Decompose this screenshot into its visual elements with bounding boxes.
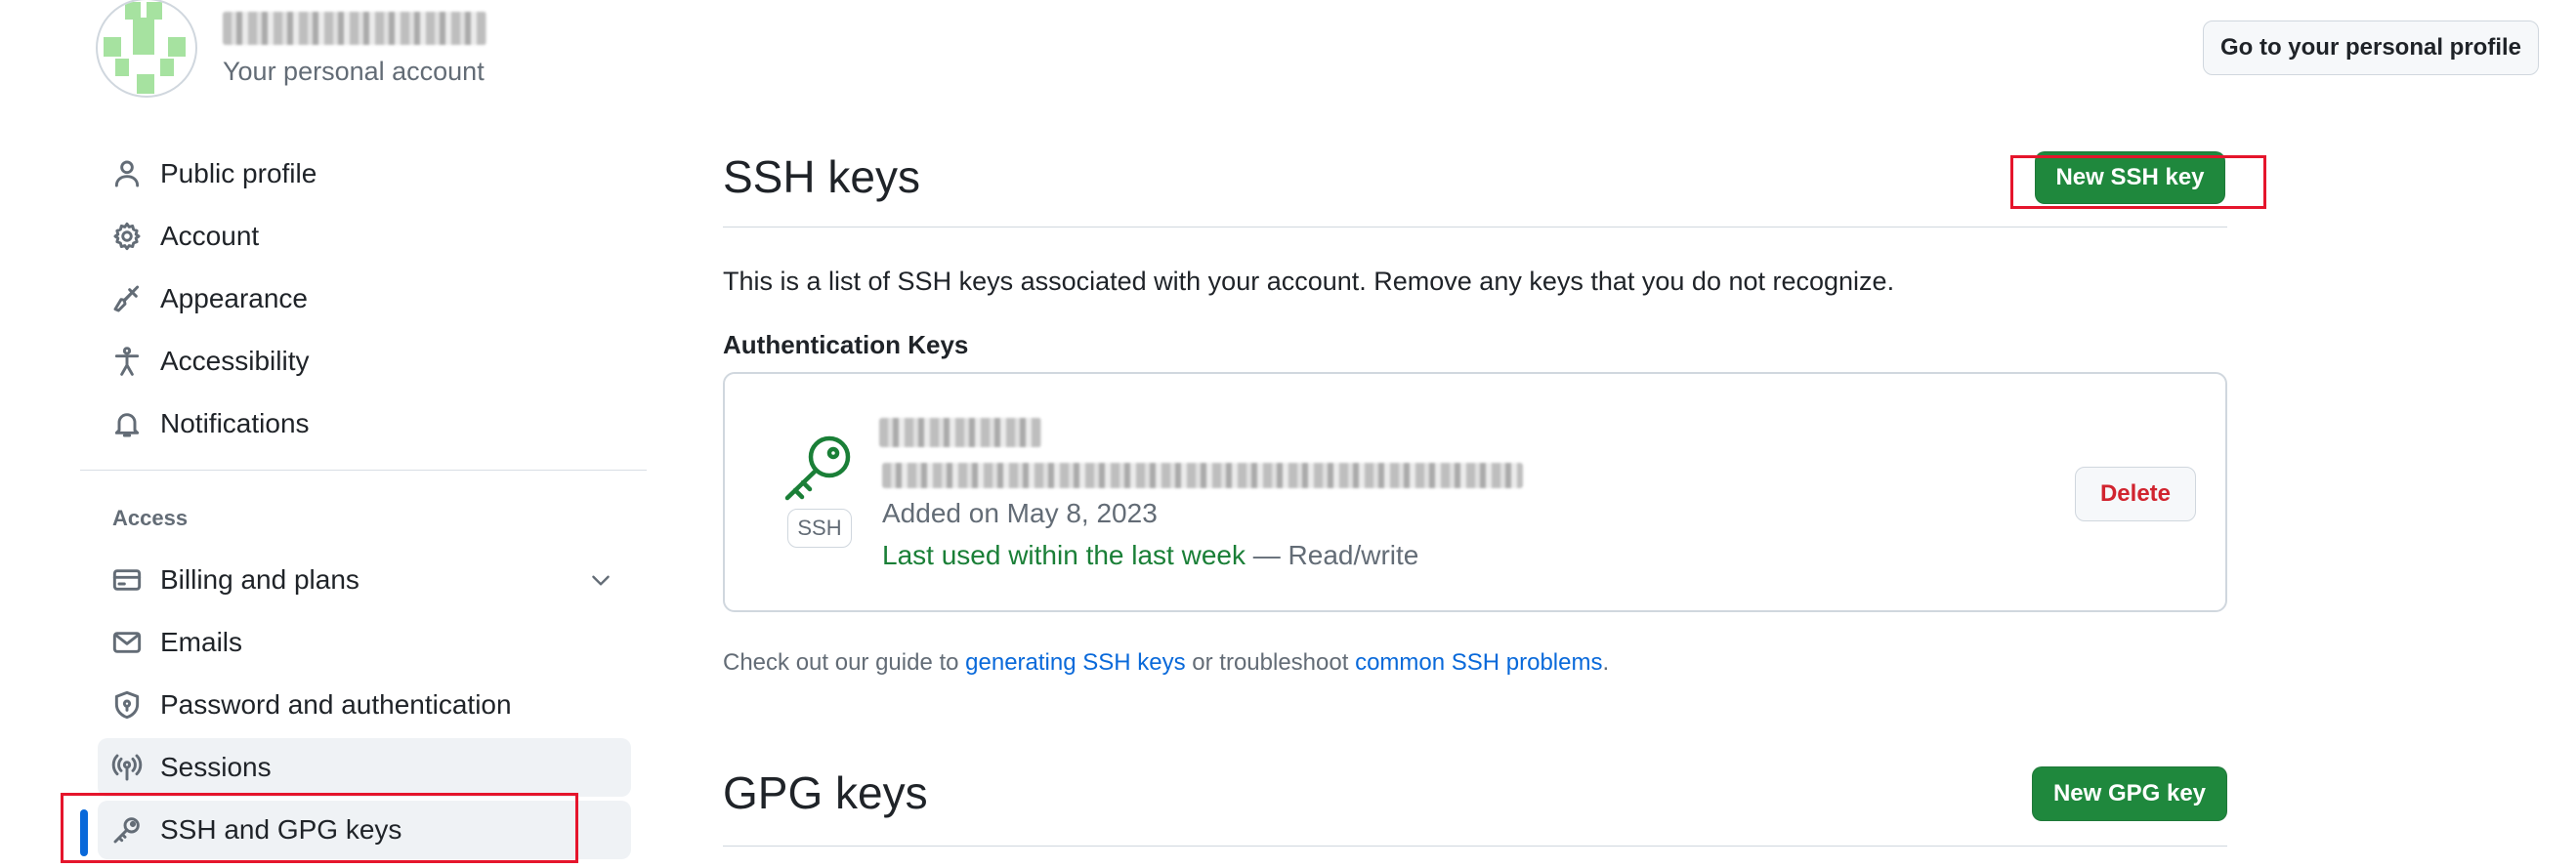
go-to-profile-button[interactable]: Go to your personal profile (2203, 21, 2539, 75)
sidebar-item-label: Account (160, 221, 260, 251)
sidebar-item-account[interactable]: Account (98, 207, 631, 266)
ssh-description: This is a list of SSH keys associated wi… (723, 267, 1895, 296)
person-icon (109, 156, 145, 191)
key-added-date: Added on May 8, 2023 (882, 498, 1158, 528)
gpg-keys-heading: GPG keys (723, 767, 928, 818)
sidebar-section-access: Access (112, 506, 189, 530)
new-ssh-key-button[interactable]: New SSH key (2035, 151, 2225, 204)
sidebar-item-label: Accessibility (160, 346, 310, 376)
sidebar-item-label: Emails (160, 627, 243, 657)
mail-icon (109, 625, 145, 660)
ssh-keys-heading: SSH keys (723, 151, 920, 202)
gpg-heading-divider (723, 846, 2227, 847)
broadcast-icon (109, 750, 145, 785)
sidebar-item-label: Appearance (160, 283, 309, 313)
key-access-level: — Read/write (1245, 540, 1419, 570)
delete-key-button[interactable]: Delete (2075, 467, 2196, 521)
bell-icon (109, 406, 145, 441)
authentication-keys-heading: Authentication Keys (723, 330, 969, 359)
shield-lock-icon (109, 687, 145, 723)
ssh-key-card (723, 372, 2227, 612)
generating-ssh-keys-link[interactable]: generating SSH keys (965, 649, 1185, 676)
key-icon (109, 812, 145, 847)
ssh-guide-text: Check out our guide to generating SSH ke… (723, 649, 1609, 677)
ssh-badge: SSH (787, 509, 852, 548)
key-icon (781, 434, 856, 502)
sidebar-item-password-auth[interactable]: Password and authentication (98, 676, 631, 734)
sidebar-item-sessions[interactable]: Sessions (98, 738, 631, 797)
guide-middle: or troubleshoot (1185, 649, 1356, 676)
guide-suffix: . (1602, 649, 1610, 676)
gear-icon (109, 219, 145, 254)
avatar[interactable] (96, 0, 197, 98)
sidebar-item-public-profile[interactable]: Public profile (98, 145, 631, 203)
sidebar-item-emails[interactable]: Emails (98, 613, 631, 672)
account-name-redacted (223, 12, 486, 45)
sidebar-item-label: Sessions (160, 752, 272, 782)
paintbrush-icon (109, 281, 145, 316)
sidebar-item-label: Notifications (160, 408, 310, 438)
guide-prefix: Check out our guide to (723, 649, 966, 676)
account-subtitle: Your personal account (223, 57, 485, 86)
new-gpg-key-button[interactable]: New GPG key (2032, 766, 2227, 821)
credit-card-icon (109, 562, 145, 598)
chevron-down-icon[interactable] (588, 567, 613, 593)
sidebar-item-notifications[interactable]: Notifications (98, 394, 631, 453)
sidebar-item-ssh-gpg-keys[interactable]: SSH and GPG keys (98, 801, 631, 859)
accessibility-icon (109, 344, 145, 379)
sidebar-item-label: SSH and GPG keys (160, 814, 402, 845)
sidebar-item-appearance[interactable]: Appearance (98, 269, 631, 328)
common-ssh-problems-link[interactable]: common SSH problems (1355, 649, 1602, 676)
sidebar-item-label: Password and authentication (160, 689, 512, 720)
sidebar-item-accessibility[interactable]: Accessibility (98, 332, 631, 391)
key-title-redacted (879, 418, 1041, 447)
sidebar-divider (80, 470, 647, 471)
key-last-used-text: Last used within the last week (882, 540, 1246, 570)
sidebar-item-label: Public profile (160, 158, 317, 188)
active-indicator (80, 809, 88, 856)
sidebar-item-billing[interactable]: Billing and plans (98, 551, 631, 609)
key-fingerprint-redacted (882, 463, 1523, 488)
key-last-used: Last used within the last week — Read/wr… (882, 540, 1418, 571)
sidebar-item-label: Billing and plans (160, 564, 359, 595)
